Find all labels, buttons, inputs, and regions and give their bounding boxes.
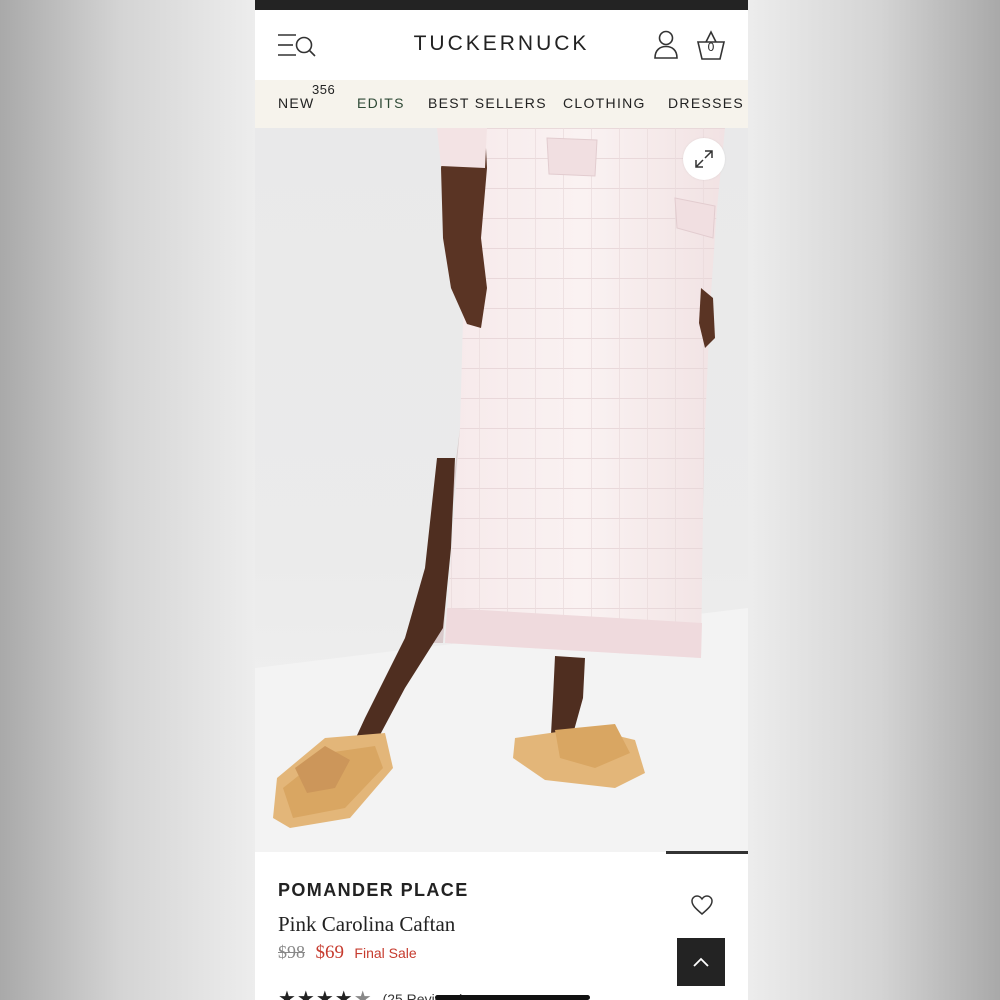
status-bar bbox=[255, 0, 748, 10]
final-sale-label: Final Sale bbox=[354, 945, 417, 961]
star-rating-icon: ★★★★★ bbox=[278, 988, 373, 1000]
home-indicator bbox=[435, 995, 590, 1000]
nav-item-clothing[interactable]: CLOTHING bbox=[563, 95, 646, 111]
product-title: Pink Carolina Caftan bbox=[278, 912, 456, 936]
price-row: $98 $69 Final Sale bbox=[278, 942, 417, 964]
heart-icon[interactable] bbox=[690, 894, 714, 916]
nav-item-edits[interactable]: EDITS bbox=[357, 95, 405, 111]
chevron-up-icon[interactable] bbox=[677, 938, 725, 986]
new-count-badge: 356 bbox=[312, 82, 336, 97]
product-brand[interactable]: POMANDER PLACE bbox=[278, 880, 469, 901]
site-header: TUCKERNUCK 0 bbox=[255, 10, 748, 80]
basket-count: 0 bbox=[707, 40, 715, 54]
basket-icon[interactable]: 0 bbox=[695, 29, 727, 61]
nav-item-new[interactable]: NEW bbox=[278, 95, 315, 111]
expand-icon[interactable] bbox=[683, 138, 725, 180]
mobile-page: TUCKERNUCK 0 NEW 356 EDITS BEST SELLERS … bbox=[255, 0, 748, 1000]
nav-item-best-sellers[interactable]: BEST SELLERS bbox=[428, 95, 547, 111]
original-price: $98 bbox=[278, 942, 305, 962]
user-icon[interactable] bbox=[653, 30, 679, 60]
category-nav: NEW 356 EDITS BEST SELLERS CLOTHING DRES… bbox=[255, 80, 748, 128]
product-image[interactable] bbox=[255, 128, 748, 852]
nav-item-dresses[interactable]: DRESSES bbox=[668, 95, 744, 111]
sale-price: $69 bbox=[315, 942, 344, 963]
product-info: POMANDER PLACE Pink Carolina Caftan $98 … bbox=[255, 854, 748, 1000]
